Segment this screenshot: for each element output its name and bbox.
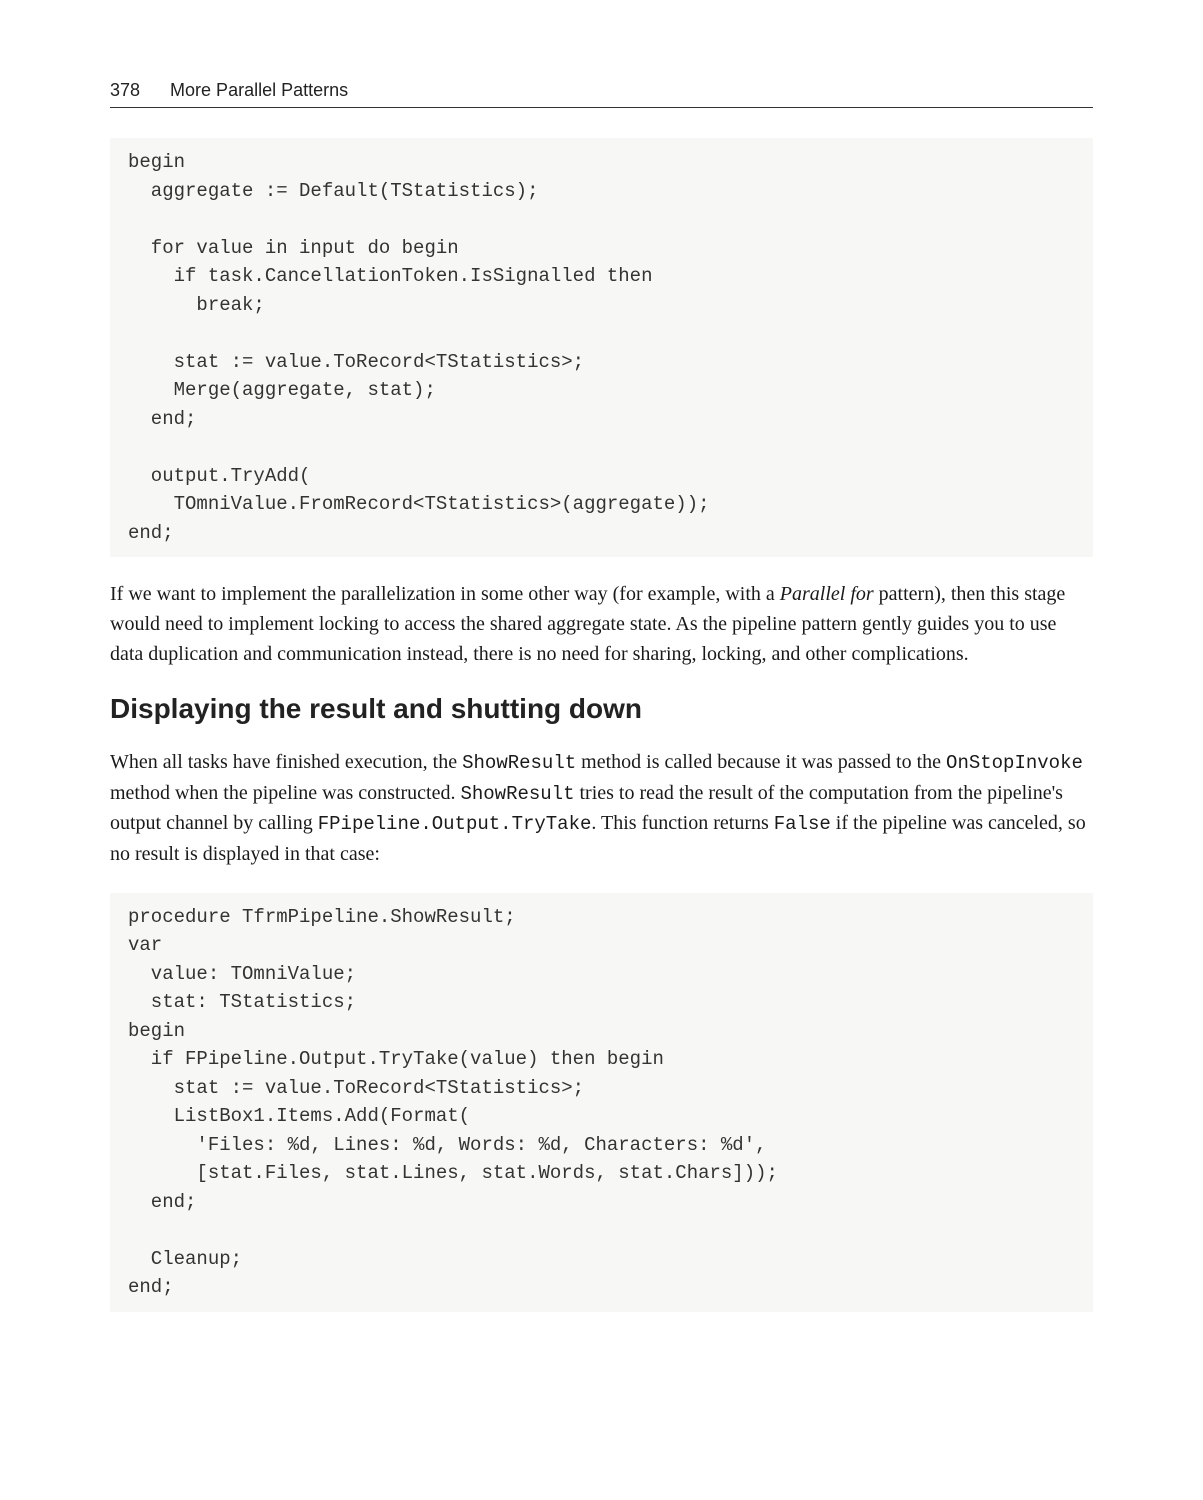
code-block-1: begin aggregate := Default(TStatistics);… (110, 138, 1093, 557)
section-heading: Displaying the result and shutting down (110, 693, 1093, 725)
paragraph-1-italic: Parallel for (780, 583, 874, 605)
paragraph-2-text-c: method when the pipeline was constructed… (110, 782, 460, 804)
paragraph-2-code-b: OnStopInvoke (946, 752, 1083, 774)
paragraph-1-text-a: If we want to implement the parallelizat… (110, 583, 780, 605)
paragraph-2-text-b: method is called because it was passed t… (576, 751, 946, 773)
paragraph-2-text-e: . This function returns (591, 812, 773, 834)
paragraph-2-text-a: When all tasks have finished execution, … (110, 751, 462, 773)
paragraph-2-code-c: ShowResult (460, 783, 574, 805)
paragraph-2-code-a: ShowResult (462, 752, 576, 774)
paragraph-2: When all tasks have finished execution, … (110, 747, 1093, 869)
page-header: 378 More Parallel Patterns (110, 80, 1093, 108)
paragraph-2-code-d: FPipeline.Output.TryTake (318, 813, 592, 835)
paragraph-2-code-e: False (774, 813, 831, 835)
code-block-2: procedure TfrmPipeline.ShowResult; var v… (110, 893, 1093, 1312)
page-number: 378 (110, 80, 140, 101)
paragraph-1: If we want to implement the parallelizat… (110, 579, 1093, 669)
chapter-title: More Parallel Patterns (170, 80, 348, 101)
